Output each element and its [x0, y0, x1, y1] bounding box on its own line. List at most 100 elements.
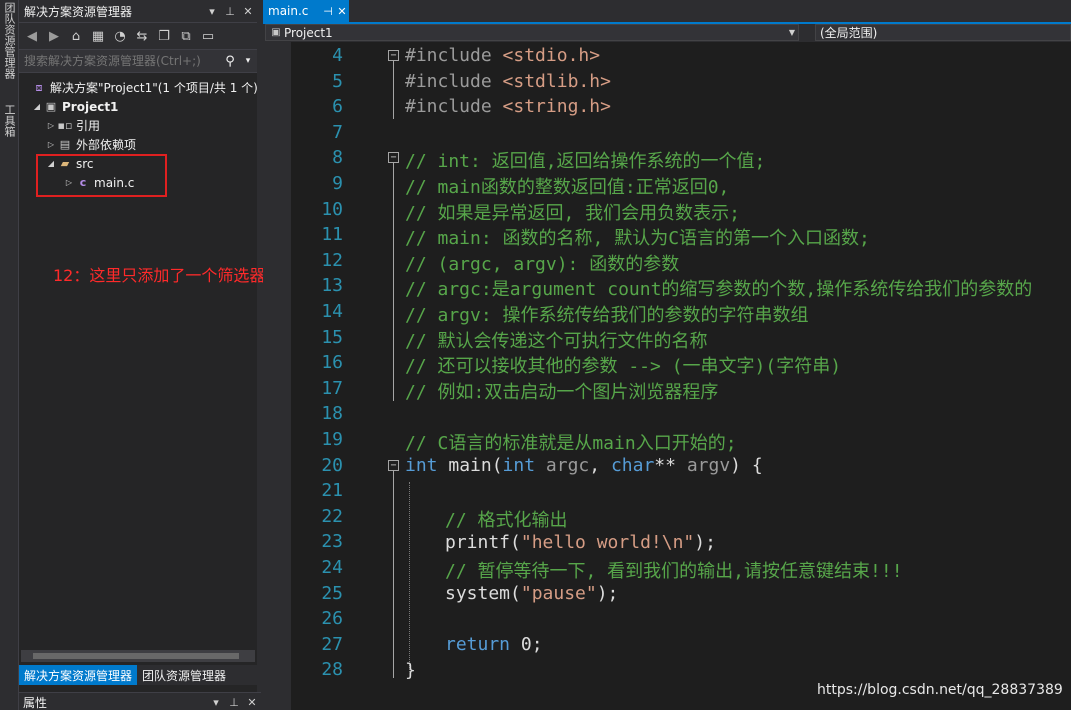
- line-number: 21: [321, 480, 343, 502]
- horizontal-scrollbar[interactable]: [21, 650, 255, 662]
- expanded-icon[interactable]: ◢: [31, 102, 43, 111]
- line-number: 4: [332, 45, 343, 66]
- document-tab-main-c[interactable]: main.c ⊣ ✕: [263, 0, 349, 22]
- line-number: 26: [321, 608, 343, 630]
- team-explorer-side-tab[interactable]: 团队资源管理器: [1, 2, 17, 94]
- document-tab-label: main.c: [268, 4, 309, 18]
- annotation-note: 12：这里只添加了一个筛选器: [53, 266, 266, 285]
- scrollbar-thumb[interactable]: [33, 653, 239, 659]
- line-number: 28: [321, 659, 343, 681]
- forward-icon[interactable]: ▶: [45, 29, 63, 44]
- chevron-down-icon: ▼: [788, 28, 796, 37]
- code-line-11: // main: 函数的名称, 默认为C语言的第一个入口函数;: [405, 228, 870, 249]
- dropdown-icon[interactable]: ▾: [207, 696, 225, 709]
- ide-window: 团队资源管理器 工具箱 解决方案资源管理器 ▾ ⊥ ✕ ◀ ▶ ⌂ ▦ ◔ ⇆ …: [0, 0, 1071, 710]
- fold-toggle-icon[interactable]: −: [388, 152, 399, 163]
- navigation-bar: ▣ Project1 ▼ (全局范围): [263, 24, 1071, 42]
- tab-team-explorer[interactable]: 团队资源管理器: [137, 665, 231, 685]
- collapsed-icon[interactable]: ▷: [45, 121, 57, 130]
- scope-dropdown-value: (全局范围): [820, 26, 878, 40]
- tree-item-references[interactable]: ▷ ▪▫ 引用: [45, 116, 100, 135]
- line-number: 6: [332, 96, 343, 118]
- tree-item-label: 外部依赖项: [76, 138, 137, 152]
- code-line-12: // (argc, argv): 函数的参数: [405, 254, 680, 275]
- line-number: 18: [321, 403, 343, 425]
- fold-toggle-icon[interactable]: −: [388, 460, 399, 471]
- code-line-13: // argc:是argument count的缩写参数的个数,操作系统传给我们…: [405, 279, 1033, 300]
- collapsed-icon[interactable]: ▷: [45, 140, 57, 149]
- close-icon[interactable]: ✕: [243, 696, 261, 709]
- line-number: 15: [321, 326, 343, 348]
- code-line-10: // 如果是异常返回, 我们会用负数表示;: [405, 203, 741, 224]
- line-number: 27: [321, 633, 343, 655]
- line-number: 24: [321, 557, 343, 578]
- sync-icon[interactable]: ⇆: [133, 29, 151, 44]
- tree-item-label: Project1: [62, 99, 119, 114]
- pin-icon[interactable]: ⊥: [225, 696, 243, 709]
- line-number: 22: [321, 505, 343, 527]
- pin-icon[interactable]: ⊣: [321, 5, 335, 18]
- code-line-28: }: [405, 660, 416, 681]
- line-number: 5: [332, 70, 343, 92]
- line-number: 7: [332, 121, 343, 143]
- solution-search-input[interactable]: [24, 54, 221, 68]
- fold-toggle-icon[interactable]: −: [388, 50, 399, 61]
- tree-item-label: 解决方案"Project1"(1 个项目/共 1 个): [50, 81, 258, 95]
- left-tool-strip: 团队资源管理器 工具箱: [0, 0, 19, 710]
- line-number: 23: [321, 531, 343, 553]
- code-line-9: // main函数的整数返回值:正常返回0,: [405, 177, 730, 198]
- dropdown-icon[interactable]: ▾: [203, 5, 221, 18]
- code-line-25: system("pause");: [445, 583, 619, 604]
- tab-solution-explorer[interactable]: 解决方案资源管理器: [19, 665, 138, 685]
- code-line-5: #include <stdlib.h>: [405, 71, 611, 92]
- close-icon[interactable]: ✕: [335, 5, 349, 18]
- history-icon[interactable]: ◔: [111, 29, 129, 44]
- code-line-8: // int: 返回值,返回给操作系统的一个值;: [405, 151, 766, 172]
- project-dropdown-value: Project1: [284, 25, 333, 40]
- close-icon[interactable]: ✕: [239, 5, 257, 18]
- line-number: 9: [332, 173, 343, 194]
- scope-dropdown[interactable]: (全局范围): [815, 24, 1071, 41]
- project-icon: ▣: [45, 100, 57, 113]
- code-line-24: // 暂停等待一下, 看到我们的输出,请按任意键结束!!!: [445, 561, 903, 582]
- line-number: 12: [321, 249, 343, 271]
- home-icon[interactable]: ⌂: [67, 29, 85, 44]
- code-line-16: // 还可以接收其他的参数 --> (一串文字)(字符串): [405, 356, 842, 377]
- line-number: 10: [321, 198, 343, 220]
- project-dropdown[interactable]: ▣ Project1 ▼: [265, 24, 799, 41]
- project-icon: ▣: [271, 27, 281, 38]
- solution-explorer-panel: 解决方案资源管理器 ▾ ⊥ ✕ ◀ ▶ ⌂ ▦ ◔ ⇆ ❐ ⧉ ▭ ⚲ ▾ ⧈ …: [19, 0, 265, 710]
- document-tab-bar: main.c ⊣ ✕: [263, 0, 1071, 24]
- line-number: 14: [321, 301, 343, 322]
- indent-guide: [409, 482, 410, 672]
- switch-views-icon[interactable]: ▦: [89, 29, 107, 44]
- code-line-20: int main(int argc, char** argv) {: [405, 455, 763, 476]
- outline-line: [393, 163, 394, 401]
- code-line-23: printf("hello world!\n");: [445, 532, 716, 553]
- search-options-icon[interactable]: ▾: [239, 56, 257, 66]
- code-line-14: // argv: 操作系统传给我们的参数的字符串数组: [405, 305, 809, 326]
- back-icon[interactable]: ◀: [23, 29, 41, 44]
- toolbox-side-tab[interactable]: 工具箱: [1, 104, 17, 144]
- code-editor: main.c ⊣ ✕ ▣ Project1 ▼ (全局范围) 4 5 6 7 8 9 10 1…: [263, 0, 1071, 710]
- code-line-15: // 默认会传递这个可执行文件的名称: [405, 331, 708, 352]
- tree-item-solution[interactable]: ⧈ 解决方案"Project1"(1 个项目/共 1 个): [31, 78, 258, 97]
- copy-icon[interactable]: ⧉: [177, 29, 195, 44]
- code-line-17: // 例如:双击启动一个图片浏览器程序: [405, 382, 719, 403]
- solution-icon: ⧈: [35, 80, 43, 94]
- tree-item-external-dependencies[interactable]: ▷ ▤ 外部依赖项: [45, 135, 136, 154]
- properties-titlebar: 属性 ▾ ⊥ ✕: [19, 692, 261, 710]
- search-icon[interactable]: ⚲: [221, 54, 239, 69]
- code-line-4: #include <stdio.h>: [405, 45, 601, 66]
- external-deps-icon: ▤: [59, 138, 71, 151]
- solution-explorer-toolbar: ◀ ▶ ⌂ ▦ ◔ ⇆ ❐ ⧉ ▭: [19, 23, 257, 49]
- highlight-box: [36, 154, 167, 197]
- properties-icon[interactable]: ▭: [199, 29, 217, 44]
- watermark: https://blog.csdn.net/qq_28837389: [817, 682, 1063, 698]
- pin-icon[interactable]: ⊥: [221, 5, 239, 18]
- solution-search-box: ⚲ ▾: [19, 49, 257, 73]
- collapse-all-icon[interactable]: ❐: [155, 29, 173, 44]
- tree-item-project[interactable]: ◢ ▣ Project1: [31, 97, 119, 116]
- code-area[interactable]: 4 5 6 7 8 9 10 11 12 13 14 15 16 17 18 19 20 21 22 23 24 25 26…: [291, 42, 1071, 710]
- line-number: 16: [321, 352, 343, 374]
